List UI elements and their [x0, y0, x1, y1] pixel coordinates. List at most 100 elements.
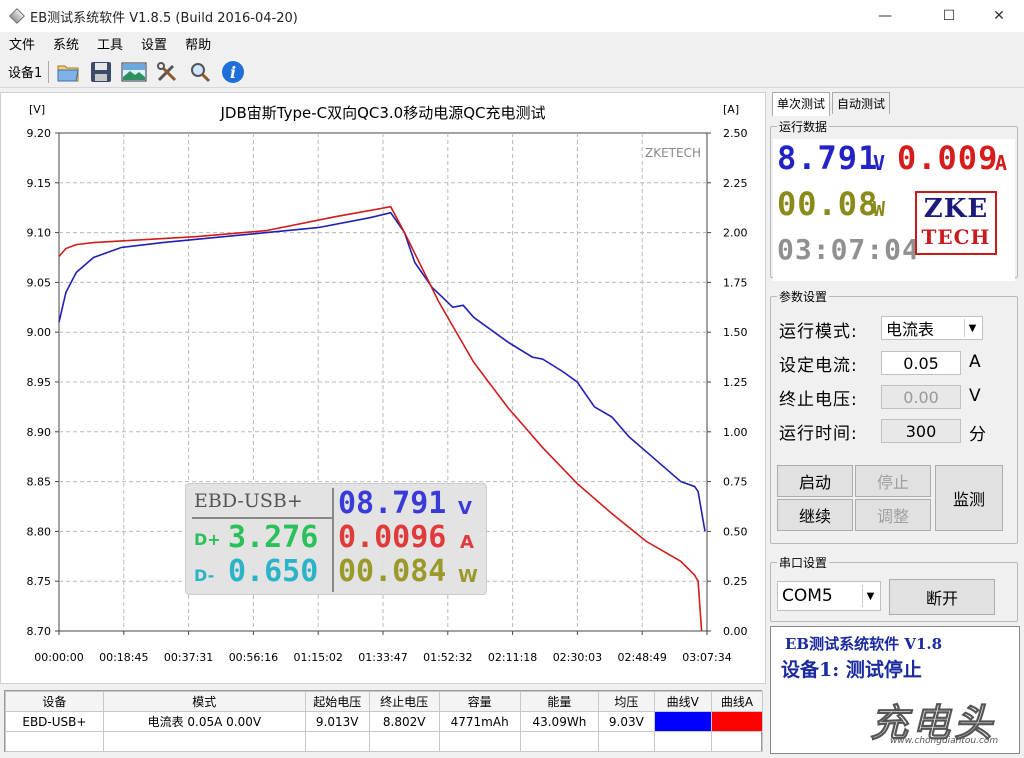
- set-current-label: 设定电流:: [779, 356, 858, 376]
- com-port-select[interactable]: COM5 ▼: [777, 581, 881, 611]
- info-icon[interactable]: i: [220, 59, 246, 85]
- x-tick-label: 00:56:16: [229, 651, 278, 664]
- lcd-voltage-unit: V: [873, 151, 887, 175]
- x-tick-label: 03:07:34: [682, 651, 731, 664]
- run-data-legend: 运行数据: [779, 120, 828, 134]
- menu-settings[interactable]: 设置: [141, 34, 167, 53]
- y2-tick-label: 1.75: [723, 276, 748, 289]
- params-legend: 参数设置: [779, 290, 828, 304]
- overlay-title: EBD-USB+: [194, 490, 303, 512]
- table-header[interactable]: 终止电压: [368, 691, 440, 712]
- menu-file[interactable]: 文件: [9, 34, 35, 53]
- params-group: 参数设置 运行模式: 电流表 ▼ 设定电流: 0.05 A 终止电压: 0.00…: [770, 288, 1018, 544]
- y-tick-label: 9.05: [27, 276, 52, 289]
- serial-group: 串口设置 COM5 ▼ 断开: [770, 554, 1018, 622]
- table-header[interactable]: 模式: [102, 691, 306, 712]
- y2-tick-label: 2.00: [723, 227, 748, 240]
- lcd-current: 0.009: [897, 139, 999, 177]
- set-current-input[interactable]: 0.05: [881, 351, 961, 375]
- x-tick-label: 02:30:03: [553, 651, 602, 664]
- open-folder-icon[interactable]: [55, 59, 81, 85]
- overlay-meter-panel: EBD-USB+ 08.791 V D+ 3.276 0.0096 A D- 0…: [185, 483, 487, 595]
- run-time-unit: 分: [969, 425, 986, 445]
- overlay-dminus: 0.650: [228, 554, 319, 589]
- logo-zke: ZKE: [923, 194, 989, 224]
- table-header[interactable]: 设备: [5, 691, 104, 712]
- table-cell: 电流表 0.05A 0.00V: [102, 711, 306, 732]
- run-time-input[interactable]: 300: [881, 419, 961, 443]
- y-tick-label: 8.75: [27, 575, 52, 588]
- table-header[interactable]: 曲线A: [710, 691, 764, 712]
- menu-bar: 文件 系统 工具 设置 帮助: [0, 32, 1024, 54]
- status-version: EB测试系统软件 V1.8: [785, 635, 943, 653]
- save-icon[interactable]: [88, 59, 114, 85]
- menu-help[interactable]: 帮助: [185, 34, 211, 53]
- overlay-power-unit: W: [458, 566, 478, 587]
- toolbar-separator: [48, 60, 50, 83]
- menu-system[interactable]: 系统: [53, 34, 79, 53]
- window-title: EB测试系统软件 V1.8.5 (Build 2016-04-20): [30, 10, 298, 26]
- results-table: 设备 模式 起始电压 终止电压 容量 能量 均压 曲线V 曲线A EBD-USB…: [4, 690, 764, 752]
- right-panel: 单次测试 自动测试 运行数据 8.791 V 0.009 A 00.08 W 0…: [766, 88, 1024, 758]
- serial-legend: 串口设置: [779, 556, 828, 570]
- y-tick-label: 9.15: [27, 177, 52, 190]
- table-header[interactable]: 均压: [598, 691, 655, 712]
- app-icon: [9, 8, 25, 24]
- picture-icon[interactable]: [121, 59, 147, 85]
- close-button[interactable]: ✕: [976, 0, 1022, 32]
- table-row: [5, 731, 764, 752]
- tab-single-test[interactable]: 单次测试: [772, 92, 831, 116]
- disconnect-button[interactable]: 断开: [889, 579, 995, 615]
- stop-voltage-input[interactable]: 0.00: [881, 385, 961, 409]
- right-axis-unit: [A]: [723, 103, 739, 116]
- maximize-button[interactable]: ☐: [926, 0, 972, 32]
- table-header-row: 设备 模式 起始电压 终止电压 容量 能量 均压 曲线V 曲线A: [5, 691, 764, 712]
- y2-tick-label: 0.75: [723, 476, 748, 489]
- run-data-display: 8.791 V 0.009 A 00.08 W 03:07:04 ZKE TEC…: [773, 139, 1015, 281]
- x-tick-label: 00:00:00: [34, 651, 83, 664]
- chevron-down-icon: ▼: [964, 319, 980, 337]
- overlay-divider-v: [332, 488, 334, 592]
- monitor-button[interactable]: 监测: [935, 465, 1003, 531]
- x-tick-label: 01:52:32: [423, 651, 472, 664]
- x-tick-label: 00:18:45: [99, 651, 148, 664]
- table-header[interactable]: 容量: [438, 691, 521, 712]
- mode-select-value: 电流表: [886, 320, 935, 339]
- continue-button[interactable]: 继续: [777, 499, 853, 531]
- x-tick-label: 00:37:31: [164, 651, 213, 664]
- y-tick-label: 8.85: [27, 476, 52, 489]
- table-row[interactable]: EBD-USB+ 电流表 0.05A 0.00V 9.013V 8.802V 4…: [5, 711, 764, 732]
- lcd-power-unit: W: [873, 197, 887, 221]
- menu-tools[interactable]: 工具: [97, 34, 123, 53]
- table-header[interactable]: 能量: [519, 691, 600, 712]
- lcd-voltage: 8.791: [777, 139, 879, 177]
- adjust-button[interactable]: 调整: [855, 499, 931, 531]
- status-message: 设备1: 测试停止: [781, 659, 922, 681]
- curve-v-swatch[interactable]: [653, 711, 712, 732]
- table-header[interactable]: 起始电压: [304, 691, 370, 712]
- table-cell: 43.09Wh: [519, 711, 600, 732]
- y2-tick-label: 0.50: [723, 525, 748, 538]
- chart-panel: 9.20 2.50 9.15 2.25 9.10 2.00 9.05 1.75 9.00 1.50…: [0, 92, 766, 684]
- toolbar: 设备1 i: [0, 56, 1024, 88]
- device-selector[interactable]: 设备1: [8, 62, 42, 81]
- start-button[interactable]: 启动: [777, 465, 853, 497]
- minimize-button[interactable]: —: [862, 0, 908, 32]
- tab-auto-test[interactable]: 自动测试: [832, 92, 891, 114]
- curve-a-swatch[interactable]: [710, 711, 764, 732]
- overlay-current-unit: A: [460, 532, 474, 553]
- zoom-icon[interactable]: [187, 59, 213, 85]
- table-cell: EBD-USB+: [5, 711, 104, 732]
- mode-select[interactable]: 电流表 ▼: [881, 316, 983, 340]
- chart-title: JDB宙斯Type-C双向QC3.0移动电源QC充电测试: [219, 104, 545, 122]
- x-tick-label: 02:11:18: [488, 651, 537, 664]
- overlay-dplus-label: D+: [194, 530, 221, 549]
- com-port-value: COM5: [782, 586, 833, 606]
- run-data-group: 运行数据 8.791 V 0.009 A 00.08 W 03:07:04 ZK…: [770, 118, 1018, 281]
- stop-voltage-label: 终止电压:: [779, 390, 858, 410]
- x-tick-label: 02:48:49: [617, 651, 666, 664]
- stop-button[interactable]: 停止: [855, 465, 931, 497]
- tools-icon[interactable]: [154, 59, 180, 85]
- table-header[interactable]: 曲线V: [653, 691, 712, 712]
- mode-label: 运行模式:: [779, 322, 858, 342]
